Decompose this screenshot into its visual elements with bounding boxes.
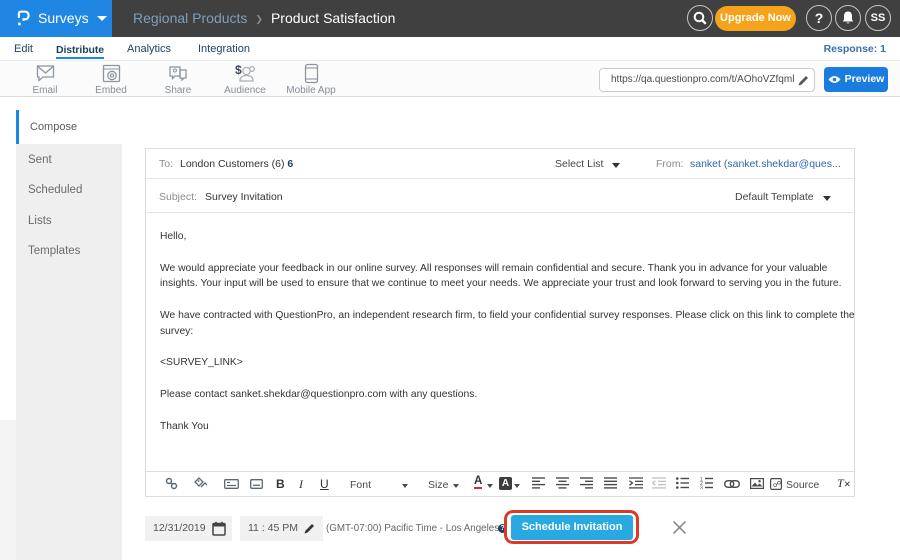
svg-text:3: 3 bbox=[700, 485, 703, 489]
svg-text:☍: ☍ bbox=[773, 479, 782, 489]
svg-text:$: $ bbox=[235, 63, 242, 77]
